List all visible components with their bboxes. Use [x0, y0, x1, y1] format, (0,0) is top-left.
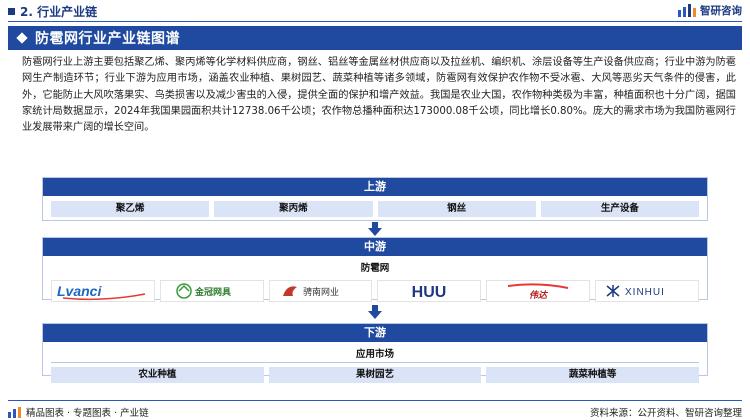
midstream-subtitle: 防雹网 [360, 263, 390, 274]
arrow-down-icon [368, 305, 382, 319]
brand-logo-icon [678, 4, 696, 17]
upstream-item: 生产设备 [540, 201, 699, 217]
top-header: 2. 行业产业链 智研咨询 [0, 0, 750, 22]
downstream-items: 农业种植 果树园艺 蔬菜种植等 [43, 363, 707, 388]
company-logo-xinhui: XINHUI [595, 280, 699, 302]
logo-text: HUU [412, 284, 447, 301]
midstream-title: 中游 [43, 238, 707, 256]
footer-left: 精品图表 · 专题图表 · 产业链 [8, 405, 149, 419]
downstream-item: 农业种植 [51, 367, 264, 383]
upstream-block: 上游 聚乙烯 聚丙烯 钢丝 生产设备 [42, 177, 708, 221]
header-divider [8, 21, 742, 22]
logo-text: 伟达 [529, 290, 549, 301]
footer-divider [8, 400, 742, 401]
upstream-items: 聚乙烯 聚丙烯 钢丝 生产设备 [43, 196, 707, 222]
page-title: 防雹网行业产业链图谱 [35, 31, 180, 47]
square-icon [8, 8, 15, 15]
logo-text: 骋南网业 [303, 286, 339, 298]
company-logo-chengnan: 骋南网业 [268, 280, 373, 302]
downstream-item: 果树园艺 [268, 367, 482, 383]
section-title-text: 2. 行业产业链 [20, 5, 98, 19]
diamond-icon [16, 32, 28, 44]
company-logos: Lvanci 金冠网具 骋南网业 HUU 伟达 XINHUI [43, 276, 707, 306]
logo-text: 金冠网具 [194, 286, 231, 298]
downstream-title: 下游 [43, 324, 707, 342]
logo-text: Lvanci [57, 283, 102, 299]
downstream-subtitle: 应用市场 [355, 349, 394, 360]
upstream-item: 钢丝 [377, 201, 536, 217]
source-note: 资料来源：公开资料、智研咨询整理 [589, 408, 742, 419]
logo-text: XINHUI [625, 287, 665, 298]
arrow-down-icon [368, 222, 382, 236]
description-paragraph: 防雹网行业上游主要包括聚乙烯、聚丙烯等化学材料供应商，钢丝、铝丝等金属丝材供应商… [22, 57, 736, 134]
footer-links: 精品图表 · 专题图表 · 产业链 [26, 408, 149, 419]
downstream-item: 蔬菜种植等 [486, 367, 700, 383]
company-logo-jinguan: 金冠网具 [159, 280, 264, 302]
brand: 智研咨询 [678, 3, 742, 18]
title-banner: 防雹网行业产业链图谱 [8, 26, 742, 50]
upstream-item: 聚乙烯 [51, 201, 210, 217]
company-logo-huu: HUU [377, 280, 482, 302]
upstream-title: 上游 [43, 178, 707, 196]
brand-name: 智研咨询 [700, 5, 742, 17]
midstream-block: 中游 防雹网 Lvanci 金冠网具 骋南网业 HUU 伟达 XINHUI [42, 237, 708, 302]
chart-icon [8, 406, 21, 418]
section-title: 2. 行业产业链 [8, 3, 97, 20]
company-logo-weida: 伟达 [486, 280, 591, 302]
company-logo-lvanci: Lvanci [51, 280, 155, 302]
downstream-block: 下游 应用市场 农业种植 果树园艺 蔬菜种植等 [42, 323, 708, 383]
upstream-item: 聚丙烯 [214, 201, 373, 217]
